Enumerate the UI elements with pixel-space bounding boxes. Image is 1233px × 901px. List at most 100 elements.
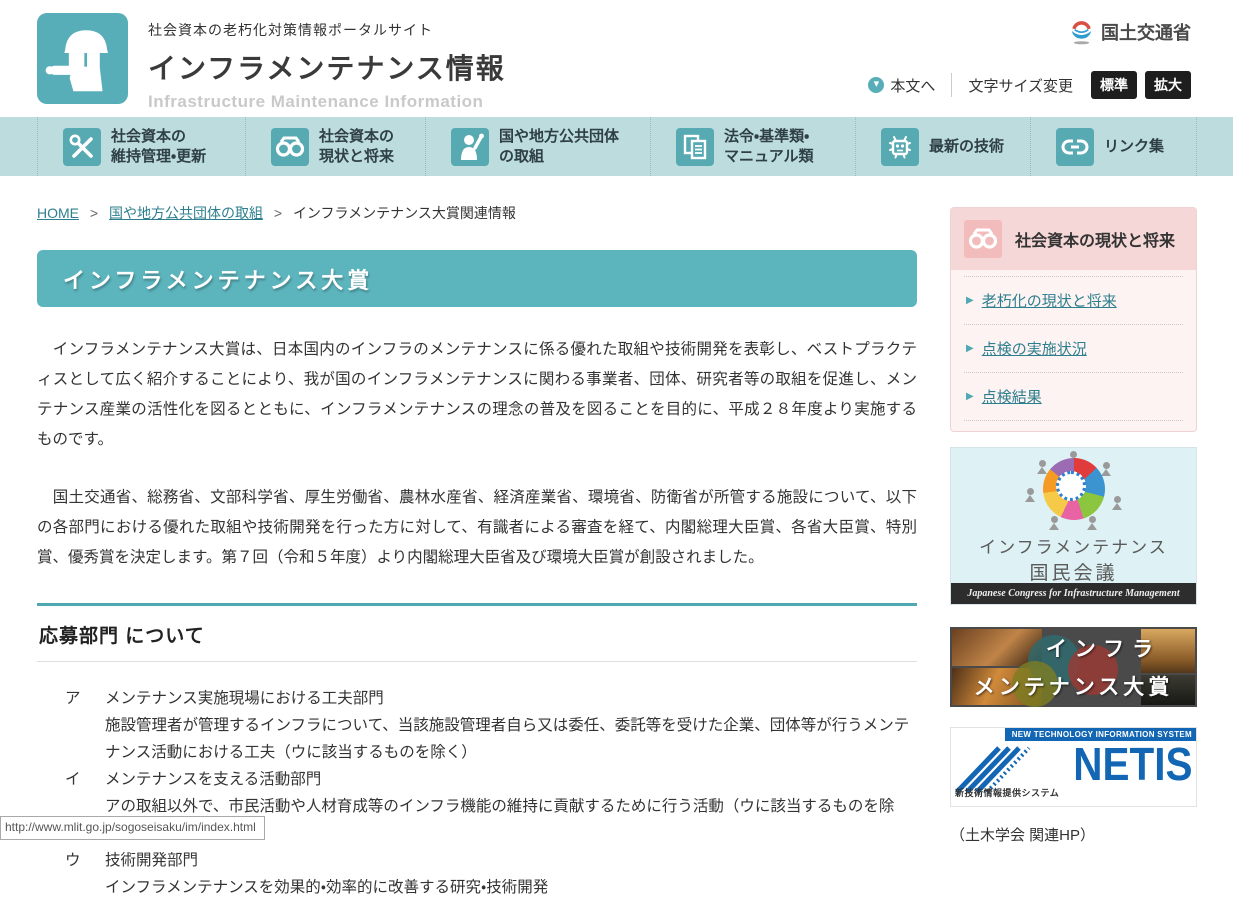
nav-item-maintenance-renewal[interactable]: 社会資本の 維持管理・更新 — [37, 117, 245, 176]
nav-item-laws-manuals[interactable]: 法令・基準類・ マニュアル類 — [650, 117, 855, 176]
person-action-icon — [451, 128, 489, 166]
triangle-right-icon: ▶ — [966, 343, 974, 354]
intro-paragraph-1: インフラメンテナンス大賞は、日本国内のインフラのメンテナンスに係る優れた取組や技… — [37, 335, 917, 455]
nav-label-line2: 維持管理・更新 — [111, 147, 206, 167]
category-title: 技術開発部門 — [105, 852, 198, 869]
tools-icon — [63, 128, 101, 166]
banner-netis[interactable]: NEW TECHNOLOGY INFORMATION SYSTEM NETIS … — [950, 727, 1197, 807]
award-title-line2: メンテナンス大賞 — [950, 671, 1197, 701]
sidebar-box-header: 社会資本の現状と将来 — [951, 208, 1196, 270]
binoculars-icon — [964, 220, 1002, 258]
sidebar-link-label: 点検結果 — [982, 386, 1042, 407]
nav-label: 最新の技術 — [929, 137, 1004, 157]
sidebar: 社会資本の現状と将来 ▶ 老朽化の現状と将来 ▶ 点検の実施状況 ▶ 点検結果 … — [950, 207, 1197, 845]
nav-label-line2: の取組 — [499, 147, 619, 167]
congress-title-line2: 国民会議 — [951, 558, 1196, 585]
nav-label: 法令・基準類・ マニュアル類 — [724, 127, 814, 167]
breadcrumb-level1-link[interactable]: 国や地方公共団体の取組 — [109, 205, 263, 221]
divider — [951, 73, 952, 97]
congress-figure — [1051, 516, 1058, 523]
congress-figure — [1039, 460, 1046, 467]
mlit-label: 国土交通省 — [1101, 19, 1191, 45]
main-nav: 社会資本の 維持管理・更新 社会資本の 現状と将来 国や地方公共団 — [0, 117, 1233, 176]
banner-award[interactable]: インフラ メンテナンス大賞 — [950, 627, 1197, 707]
nav-label-line2: マニュアル類 — [724, 147, 814, 167]
mlit-icon — [1068, 18, 1095, 45]
chevron-down-icon: ▾ — [868, 77, 884, 93]
category-list: ア メンテナンス実施現場における工夫部門 施設管理者が管理するインフラについて、… — [37, 685, 917, 901]
nav-label-line1: 国や地方公共団体 — [499, 127, 619, 147]
site-logo[interactable] — [37, 13, 128, 104]
nav-item-current-future[interactable]: 社会資本の 現状と将来 — [245, 117, 425, 176]
site-title: インフラメンテナンス情報 — [148, 47, 506, 87]
nav-item-latest-technology[interactable]: 最新の技術 — [855, 117, 1030, 176]
congress-figure — [1114, 496, 1121, 503]
page-title: インフラメンテナンス大賞 — [37, 250, 917, 307]
congress-figure — [1070, 451, 1077, 458]
breadcrumb-home-link[interactable]: HOME — [37, 205, 79, 221]
status-url-tooltip: http://www.mlit.go.jp/sogoseisaku/im/ind… — [0, 816, 265, 840]
sidebar-link-inspection-status[interactable]: ▶ 点検の実施状況 — [964, 325, 1183, 373]
nav-label: 国や地方公共団体 の取組 — [499, 127, 619, 167]
section-heading-categories: 応募部門 について — [37, 603, 917, 662]
nav-label-line1: 法令・基準類・ — [724, 127, 814, 147]
header-utility-bar: ▾ 本文へ 文字サイズ変更 標準 拡大 — [868, 71, 1191, 99]
sidebar-box-current-future: 社会資本の現状と将来 ▶ 老朽化の現状と将来 ▶ 点検の実施状況 ▶ 点検結果 — [950, 207, 1197, 432]
congress-figure — [1103, 462, 1110, 469]
site-tagline: 社会資本の老朽化対策情報ポータルサイト — [148, 20, 506, 40]
sidebar-box-title: 社会資本の現状と将来 — [1015, 227, 1175, 251]
congress-logo — [1043, 458, 1105, 520]
site-subtitle: Infrastructure Maintenance Information — [148, 92, 506, 112]
netis-logo-text: NETIS — [1073, 737, 1192, 791]
skip-to-content-label: 本文へ — [890, 75, 935, 96]
congress-figure — [1027, 488, 1034, 495]
list-item: ア メンテナンス実施現場における工夫部門 施設管理者が管理するインフラについて、… — [37, 685, 917, 766]
list-item: ウ 技術開発部門 インフラメンテナンスを効果的・効率的に改善する研究・技術開発 — [37, 847, 917, 901]
nav-label: 社会資本の 現状と将来 — [319, 127, 394, 167]
nav-label-line2: 現状と将来 — [319, 147, 394, 167]
font-size-large-button[interactable]: 拡大 — [1145, 71, 1191, 99]
award-title-line1: インフラ — [950, 633, 1197, 663]
mlit-logo-link[interactable]: 国土交通省 — [1068, 18, 1191, 45]
related-hp-note: （土木学会 関連HP） — [950, 824, 1197, 845]
binoculars-icon — [271, 128, 309, 166]
category-title: メンテナンス実施現場における工夫部門 — [105, 690, 384, 707]
category-title: メンテナンスを支える活動部門 — [105, 771, 321, 788]
nav-label-line1: 社会資本の — [111, 127, 206, 147]
award-title: インフラ メンテナンス大賞 — [950, 633, 1197, 701]
intro-paragraph-2: 国土交通省、総務省、文部科学省、厚生労働省、農林水産省、経済産業省、環境省、防衛… — [37, 483, 917, 573]
breadcrumb-current: インフラメンテナンス大賞関連情報 — [293, 205, 516, 221]
robot-icon — [881, 128, 919, 166]
font-size-label: 文字サイズ変更 — [968, 75, 1073, 96]
category-marker: イ — [65, 766, 81, 793]
triangle-right-icon: ▶ — [966, 295, 974, 306]
nav-label-line1: リンク集 — [1104, 137, 1164, 157]
nav-label: リンク集 — [1104, 137, 1164, 157]
site-header: 社会資本の老朽化対策情報ポータルサイト インフラメンテナンス情報 Infrast… — [0, 0, 1233, 117]
sidebar-link-label: 老朽化の現状と将来 — [982, 290, 1117, 311]
category-description: インフラメンテナンスを効果的・効率的に改善する研究・技術開発 — [105, 874, 917, 901]
link-icon — [1056, 128, 1094, 166]
nav-label-line1: 最新の技術 — [929, 137, 1004, 157]
netis-subtitle: 新技術情報提供システム — [955, 786, 1059, 799]
nav-item-government-efforts[interactable]: 国や地方公共団体 の取組 — [425, 117, 650, 176]
documents-icon — [676, 128, 714, 166]
sidebar-link-inspection-results[interactable]: ▶ 点検結果 — [964, 373, 1183, 421]
category-marker: ウ — [65, 847, 81, 874]
congress-title-line1: インフラメンテナンス — [951, 533, 1196, 558]
sidebar-link-label: 点検の実施状況 — [982, 338, 1087, 359]
breadcrumb-separator: > — [90, 205, 98, 221]
category-description: 施設管理者が管理するインフラについて、当該施設管理者自ら又は委任、委託等を受けた… — [105, 712, 917, 766]
banner-congress[interactable]: インフラメンテナンス 国民会議 Japanese Congress for In… — [950, 447, 1197, 605]
congress-caption: Japanese Congress for Infrastructure Man… — [951, 583, 1196, 604]
congress-figure — [1089, 516, 1096, 523]
nav-item-links[interactable]: リンク集 — [1030, 117, 1197, 176]
worker-icon — [37, 13, 128, 104]
font-size-standard-button[interactable]: 標準 — [1091, 71, 1137, 99]
site-title-block: 社会資本の老朽化対策情報ポータルサイト インフラメンテナンス情報 Infrast… — [148, 20, 506, 112]
sidebar-links: ▶ 老朽化の現状と将来 ▶ 点検の実施状況 ▶ 点検結果 — [951, 270, 1196, 431]
nav-label-line1: 社会資本の — [319, 127, 394, 147]
nav-label: 社会資本の 維持管理・更新 — [111, 127, 206, 167]
skip-to-content-link[interactable]: ▾ 本文へ — [868, 75, 935, 96]
sidebar-link-aging-status[interactable]: ▶ 老朽化の現状と将来 — [964, 276, 1183, 325]
